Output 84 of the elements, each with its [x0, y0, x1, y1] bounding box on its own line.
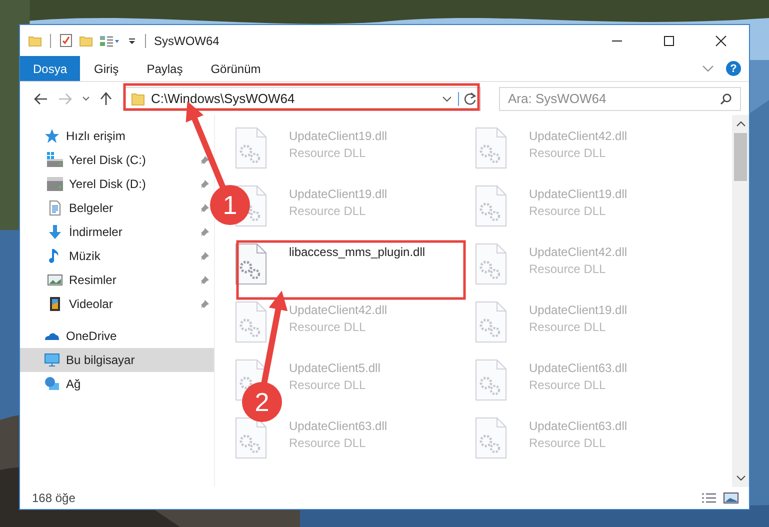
ribbon-tab[interactable]: Giriş [80, 56, 133, 81]
address-dropdown-icon[interactable] [442, 96, 452, 102]
drive-icon [47, 176, 63, 192]
up-arrow-icon[interactable] [100, 92, 112, 106]
nav-item[interactable]: Videolar [20, 292, 214, 316]
back-arrow-icon[interactable] [34, 92, 48, 104]
recent-dropdown-icon[interactable] [82, 96, 90, 102]
window-title: SysWOW64 [154, 34, 220, 48]
file-type: Resource DLL [289, 436, 367, 450]
document-icon [47, 200, 63, 216]
file-type: Resource DLL [529, 204, 607, 218]
file-type: Resource DLL [529, 320, 607, 334]
file-type: Resource DLL [289, 320, 367, 334]
nav-item[interactable]: Ağ [20, 372, 214, 396]
nav-label: Resimler [69, 273, 116, 287]
help-button[interactable]: ? [726, 61, 741, 76]
nav-item[interactable]: Hızlı erişim [20, 124, 214, 148]
file-type: Resource DLL [529, 262, 607, 276]
step-badge [242, 382, 282, 422]
nav-item[interactable]: Belgeler [20, 196, 214, 220]
picture-icon [47, 272, 63, 288]
film-icon [47, 296, 63, 312]
ribbon-tab[interactable]: Dosya [20, 56, 80, 81]
drive-icon [47, 152, 63, 168]
nav-item[interactable]: Yerel Disk (C:) [20, 148, 214, 172]
view-list-icon[interactable] [99, 34, 121, 48]
file-type: Resource DLL [289, 378, 367, 392]
item-count: 168 öğe [32, 491, 76, 505]
step-badge [210, 185, 250, 225]
scroll-down-icon[interactable] [736, 475, 746, 481]
step-number: 1 [222, 190, 238, 220]
properties-icon[interactable] [59, 33, 73, 48]
chevron-down-icon[interactable] [702, 64, 714, 72]
folder-icon [131, 92, 145, 106]
star-icon [44, 128, 60, 144]
nav-label: İndirmeler [69, 225, 122, 239]
nav-label: Bu bilgisayar [66, 353, 135, 367]
large-icons-view-icon[interactable] [723, 492, 739, 504]
nav-item[interactable]: Bu bilgisayar [20, 348, 214, 372]
ribbon-tab[interactable]: Paylaş [132, 56, 197, 81]
close-icon[interactable] [715, 34, 727, 46]
scroll-thumb[interactable] [734, 133, 747, 181]
pin-icon[interactable] [200, 275, 210, 285]
nav-label: Müzik [69, 249, 100, 263]
scroll-up-icon[interactable] [736, 121, 746, 127]
search-placeholder: Ara: SysWOW64 [508, 91, 606, 106]
file-type: Resource DLL [529, 146, 607, 160]
nav-item[interactable]: Resimler [20, 268, 214, 292]
pin-icon[interactable] [200, 203, 210, 213]
maximize-icon[interactable] [663, 34, 675, 46]
nav-item[interactable]: OneDrive [20, 324, 214, 348]
ribbon-tab[interactable]: Görünüm [196, 56, 275, 81]
nav-label: Yerel Disk (C:) [69, 153, 146, 167]
nav-label: Yerel Disk (D:) [69, 177, 146, 191]
details-view-icon[interactable] [701, 492, 717, 504]
scrollbar[interactable] [732, 115, 749, 487]
nav-item[interactable]: Müzik [20, 244, 214, 268]
refresh-icon[interactable] [458, 92, 477, 106]
pin-icon[interactable] [200, 155, 210, 165]
nav-label: Belgeler [69, 201, 114, 215]
file-name[interactable]: libaccess_mms_plugin.dll [289, 245, 426, 259]
file-type: Resource DLL [529, 436, 607, 450]
monitor-icon [44, 352, 60, 368]
file-type: Resource DLL [289, 204, 367, 218]
pin-icon[interactable] [200, 227, 210, 237]
search-icon[interactable] [720, 92, 732, 104]
pin-icon[interactable] [200, 251, 210, 261]
nav-item[interactable]: Yerel Disk (D:) [20, 172, 214, 196]
network-icon [44, 376, 60, 392]
file-gears-icon[interactable] [235, 243, 267, 285]
pin-icon[interactable] [200, 299, 210, 309]
download-arrow-icon [47, 224, 63, 240]
pin-icon[interactable] [200, 179, 210, 189]
nav-label: Ağ [66, 377, 81, 391]
address-field[interactable]: C:\Windows\SysWOW64 [124, 86, 481, 110]
file-gears-icon[interactable] [235, 417, 267, 459]
address-path: C:\Windows\SysWOW64 [151, 91, 295, 106]
step-number: 2 [254, 387, 270, 417]
nav-label: Hızlı erişim [66, 129, 126, 143]
file-type: Resource DLL [289, 146, 367, 160]
nav-label: OneDrive [66, 329, 117, 343]
file-type: Resource DLL [529, 378, 607, 392]
nav-item[interactable]: İndirmeler [20, 220, 214, 244]
nav-label: Videolar [69, 297, 113, 311]
